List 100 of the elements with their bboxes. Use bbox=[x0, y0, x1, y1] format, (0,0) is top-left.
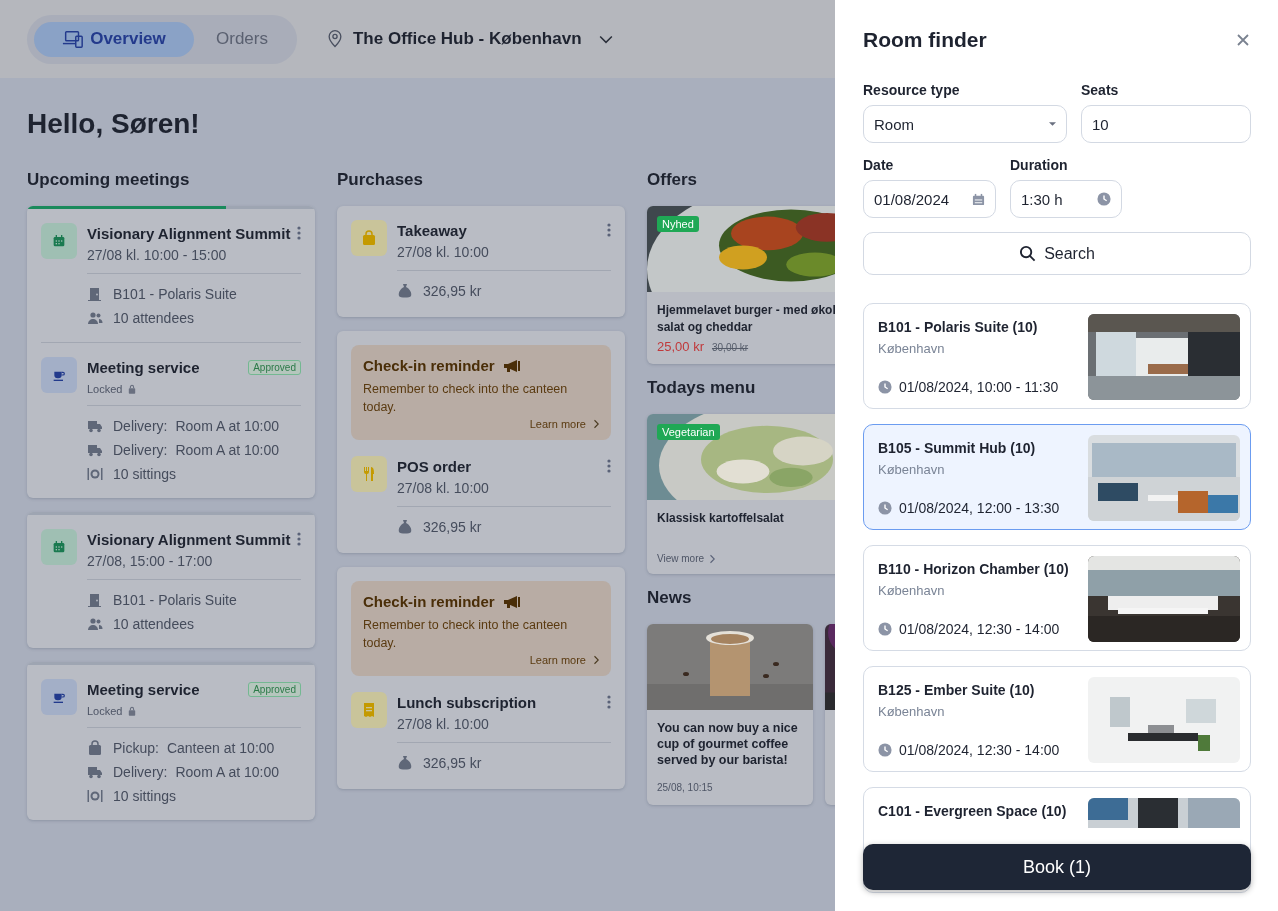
news-date: 25/08, 10:15 bbox=[656, 781, 714, 795]
receipt-icon bbox=[351, 692, 387, 728]
plate-cutlery-icon bbox=[87, 788, 103, 804]
seats-field[interactable]: 10 bbox=[1081, 105, 1251, 143]
chevron-right-icon[interactable] bbox=[593, 419, 599, 429]
more-options-icon[interactable] bbox=[607, 695, 611, 709]
book-button[interactable]: Book (1) bbox=[863, 844, 1251, 890]
room-name: C101 - Evergreen Space (10) bbox=[878, 803, 1067, 819]
people-icon bbox=[87, 616, 103, 632]
panel-title: Room finder bbox=[863, 28, 987, 52]
room-result-card[interactable]: B125 - Ember Suite (10) København 01/08/2024, 12:30 - 14:00 bbox=[863, 666, 1251, 772]
room-name: B101 - Polaris Suite (10) bbox=[878, 319, 1039, 335]
tab[interactable]: Overview bbox=[34, 21, 194, 57]
cutlery-icon bbox=[351, 456, 387, 492]
close-icon[interactable] bbox=[1237, 34, 1249, 46]
clock-icon bbox=[878, 501, 892, 515]
megaphone-icon bbox=[502, 594, 521, 609]
room-result-card[interactable]: B105 - Summit Hub (10) København 01/08/2024, 12:00 - 13:30 bbox=[863, 424, 1251, 530]
entry-title: Meeting service bbox=[87, 358, 200, 376]
purchase-price: 326,95 kr bbox=[423, 755, 482, 771]
date-field[interactable]: 01/08/2024 bbox=[863, 180, 996, 218]
more-options-icon[interactable] bbox=[607, 459, 611, 473]
detail-label: Pickup: bbox=[113, 740, 159, 756]
menu-card[interactable]: Vegetarian Klassisk kartoffelsalat View more bbox=[647, 414, 835, 574]
section-title: Purchases bbox=[337, 170, 424, 190]
status-text: Locked bbox=[87, 383, 123, 395]
detail-value: 10 attendees bbox=[113, 310, 194, 326]
purchase-title: Lunch subscription bbox=[397, 693, 537, 711]
purchase-card[interactable]: Check-in reminder Remember to check into the canteen today. Learn more Lunch subscription 27/08 kl. 10:00 326,95 kr bbox=[337, 567, 625, 789]
calendar-icon bbox=[972, 192, 985, 206]
view-more-link[interactable]: View more bbox=[657, 553, 705, 564]
more-options-icon[interactable] bbox=[607, 223, 611, 237]
purchase-card[interactable]: Takeaway 27/08 kl. 10:00 326,95 kr bbox=[337, 206, 625, 317]
calendar-icon bbox=[41, 529, 77, 565]
more-options-icon[interactable] bbox=[297, 532, 301, 546]
caret-icon bbox=[1049, 122, 1056, 126]
purchase-title: POS order bbox=[397, 457, 472, 475]
money-bag-icon bbox=[397, 755, 413, 771]
detail-value: 10 sittings bbox=[113, 466, 177, 482]
entry-title: Visionary Alignment Summit bbox=[87, 224, 291, 242]
room-time: 01/08/2024, 12:30 - 14:00 bbox=[899, 621, 1060, 637]
status-badge: Approved bbox=[248, 681, 301, 697]
location-selector[interactable]: The Office Hub - København bbox=[352, 29, 582, 49]
chevron-right-icon[interactable] bbox=[593, 655, 599, 665]
entry-title: Meeting service bbox=[87, 680, 200, 698]
purchase-time: 27/08 kl. 10:00 bbox=[397, 244, 490, 260]
purchase-price: 326,95 kr bbox=[423, 283, 482, 299]
detail-label: Delivery: bbox=[113, 442, 168, 458]
chevron-right-icon[interactable] bbox=[709, 553, 716, 564]
room-result-card[interactable]: B101 - Polaris Suite (10) København 01/08/2024, 10:00 - 11:30 bbox=[863, 303, 1251, 409]
duration-field[interactable]: 1:30 h bbox=[1010, 180, 1122, 218]
more-options-icon[interactable] bbox=[297, 226, 301, 240]
field-label: Date bbox=[863, 157, 895, 173]
news-card[interactable]: You can now buy a nice cup of gourmet coffee served by our barista! 25/08, 10:15 bbox=[647, 624, 813, 805]
cup-icon bbox=[41, 357, 77, 393]
room-name: B125 - Ember Suite (10) bbox=[878, 682, 1036, 698]
tag: Vegetarian bbox=[657, 424, 720, 440]
meeting-card[interactable]: Meeting service Approved Locked Pickup: Canteen at 10:00 Delivery: Room A at 10:00 10 sittings bbox=[27, 662, 315, 820]
section-title: Upcoming meetings bbox=[27, 170, 191, 190]
money-bag-icon bbox=[397, 283, 413, 299]
entry-title: Visionary Alignment Summit bbox=[87, 530, 291, 548]
detail-value: Canteen at 10:00 bbox=[166, 740, 275, 756]
detail-label: Delivery: bbox=[113, 764, 168, 780]
room-name: B110 - Horizon Chamber (10) bbox=[878, 561, 1069, 577]
resource-type-select[interactable]: Room bbox=[863, 105, 1067, 143]
purchase-card[interactable]: Check-in reminder Remember to check into the canteen today. Learn more POS order 27/08 kl. 10:00 326,95 kr bbox=[337, 331, 625, 553]
detail-value: 10 sittings bbox=[113, 788, 177, 804]
cup-icon bbox=[41, 679, 77, 715]
clock-icon bbox=[1097, 192, 1111, 206]
truck-icon bbox=[87, 418, 103, 434]
meeting-card[interactable]: Visionary Alignment Summit 27/08 kl. 10:00 - 15:00 B101 - Polaris Suite 10 attendees Meeting service Approved Locked Delivery: Room A at 10:00 Delivery: Room A at 10:00 10 sittings bbox=[27, 206, 315, 498]
offer-card[interactable]: Nyhed Hjemmelavet burger - med økol salat og cheddar 25,00 kr 30,00 kr bbox=[647, 206, 835, 364]
room-location: København bbox=[878, 704, 946, 719]
field-label: Resource type bbox=[863, 82, 961, 98]
calendar-icon bbox=[41, 223, 77, 259]
purchase-time: 27/08 kl. 10:00 bbox=[397, 716, 490, 732]
money-bag-icon bbox=[397, 519, 413, 535]
learn-more-link[interactable]: Learn more bbox=[529, 418, 586, 430]
bag-icon bbox=[87, 740, 103, 756]
detail-label: Delivery: bbox=[113, 418, 168, 434]
dish-name: Klassisk kartoffelsalat bbox=[657, 510, 785, 527]
detail-value: Room A at 10:00 bbox=[175, 764, 279, 780]
section-title: Offers bbox=[647, 170, 699, 190]
truck-icon bbox=[87, 764, 103, 780]
news-text: You can now buy a nice cup of gourmet coffee served by our barista! bbox=[656, 720, 799, 768]
search-button[interactable]: Search bbox=[863, 232, 1251, 275]
learn-more-link[interactable]: Learn more bbox=[529, 654, 586, 666]
meeting-card[interactable]: Visionary Alignment Summit 27/08, 15:00 - 17:00 B101 - Polaris Suite 10 attendees bbox=[27, 512, 315, 648]
section-title: Todays menu bbox=[647, 378, 757, 398]
people-icon bbox=[87, 310, 103, 326]
room-time: 01/08/2024, 12:30 - 14:00 bbox=[899, 742, 1060, 758]
room-result-card[interactable]: B110 - Horizon Chamber (10) København 01/08/2024, 12:30 - 14:00 bbox=[863, 545, 1251, 651]
lock-icon bbox=[128, 706, 137, 716]
old-price: 30,00 kr bbox=[712, 342, 749, 353]
detail-value: Room A at 10:00 bbox=[175, 418, 279, 434]
status-badge: Approved bbox=[248, 359, 301, 375]
greeting: Hello, Søren! bbox=[27, 108, 201, 140]
door-icon bbox=[87, 592, 103, 608]
purchase-price: 326,95 kr bbox=[423, 519, 482, 535]
detail-value: Room A at 10:00 bbox=[175, 442, 279, 458]
